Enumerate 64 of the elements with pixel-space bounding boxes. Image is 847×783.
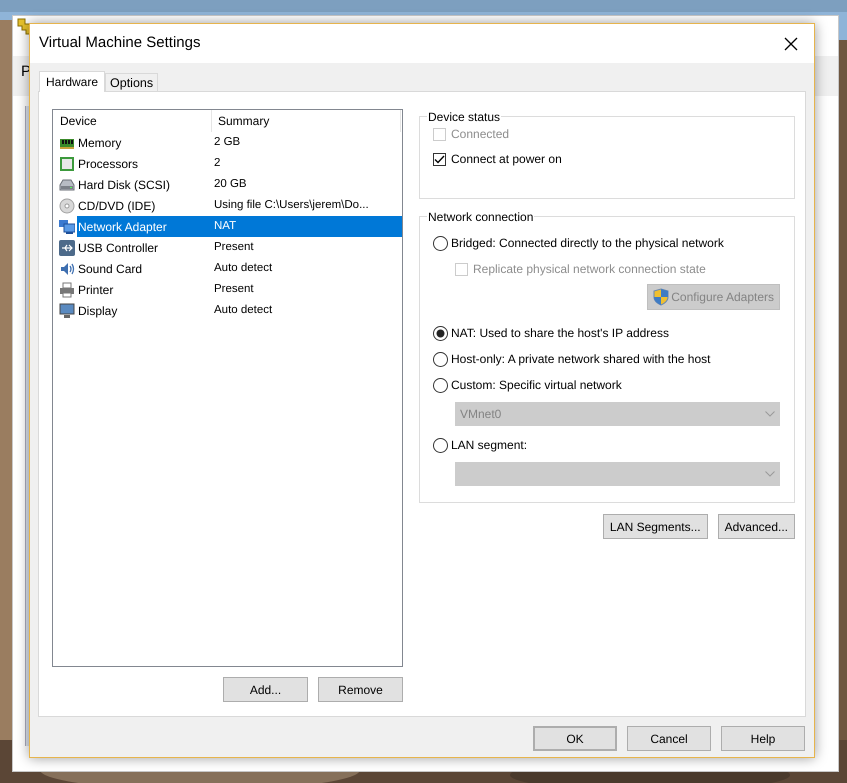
device-name: CD/DVD (IDE) bbox=[77, 198, 156, 214]
device-name: Network Adapter bbox=[77, 218, 168, 236]
device-summary: 20 GB bbox=[214, 176, 247, 192]
button[interactable]: Add... bbox=[223, 677, 308, 702]
button[interactable]: Help bbox=[721, 726, 805, 751]
window-title: Virtual Machine Settings bbox=[39, 33, 200, 54]
radio-label: LAN segment: bbox=[451, 437, 528, 454]
shield-icon bbox=[653, 288, 670, 306]
device-name: USB Controller bbox=[77, 240, 160, 256]
radio-label: Bridged: Connected directly to the physical network bbox=[451, 235, 724, 252]
radio-button[interactable] bbox=[433, 326, 448, 340]
device-row[interactable]: USB Controller Present bbox=[77, 237, 402, 258]
radio-label: NAT: Used to share the host's IP address bbox=[451, 325, 669, 342]
device-row[interactable]: CD/DVD (IDE) Using file C:\Users\jerem\Do... bbox=[77, 195, 402, 216]
cd-icon bbox=[59, 198, 75, 214]
chevron-down-icon bbox=[765, 411, 775, 417]
device-summary: Auto detect bbox=[214, 260, 272, 276]
device-name: Memory bbox=[77, 134, 122, 152]
button[interactable]: Remove bbox=[318, 677, 403, 702]
button[interactable]: Advanced... bbox=[718, 514, 795, 539]
device-name: Sound Card bbox=[77, 260, 144, 278]
device-name: Display bbox=[77, 302, 118, 320]
printer-icon bbox=[59, 282, 75, 298]
device-summary: Using file C:\Users\jerem\Do... bbox=[214, 198, 369, 213]
button[interactable]: LAN Segments... bbox=[602, 514, 708, 539]
device-summary: Auto detect bbox=[214, 302, 272, 318]
column-header[interactable]: Device bbox=[53, 110, 212, 132]
device-name: Printer bbox=[77, 282, 114, 298]
close-icon bbox=[784, 36, 798, 50]
checkbox-label: Connected bbox=[451, 126, 510, 143]
network-icon bbox=[59, 218, 75, 234]
checkbox[interactable] bbox=[433, 152, 446, 166]
display-icon bbox=[59, 302, 75, 318]
radio-label: Host-only: A private network shared with the host bbox=[451, 351, 710, 368]
radio-button[interactable] bbox=[433, 378, 448, 392]
device-name: Hard Disk (SCSI) bbox=[77, 176, 172, 194]
button[interactable]: OK bbox=[533, 726, 617, 751]
checkbox-label: Connect at power on bbox=[451, 151, 562, 168]
sound-icon bbox=[59, 260, 75, 276]
device-name: Processors bbox=[77, 156, 140, 172]
device-summary: NAT bbox=[214, 218, 236, 234]
device-row[interactable]: Processors 2 bbox=[77, 153, 402, 174]
device-row[interactable]: Sound Card Auto detect bbox=[77, 258, 402, 279]
device-summary: 2 bbox=[214, 156, 220, 171]
tab[interactable]: Options bbox=[105, 73, 158, 91]
tab[interactable]: Hardware bbox=[39, 71, 106, 92]
device-summary: 2 GB bbox=[214, 134, 240, 150]
chevron-down-icon bbox=[765, 471, 775, 477]
radio-button[interactable] bbox=[433, 352, 448, 366]
device-row[interactable]: Display Auto detect bbox=[77, 300, 402, 321]
column-header[interactable]: Summary bbox=[212, 110, 401, 132]
usb-icon bbox=[59, 240, 75, 256]
device-row[interactable]: Hard Disk (SCSI) 20 GB bbox=[77, 174, 402, 195]
radio-button[interactable] bbox=[433, 236, 448, 250]
device-row[interactable]: Network Adapter NAT bbox=[77, 216, 402, 237]
device-summary: Present bbox=[214, 282, 254, 297]
processor-icon bbox=[59, 156, 75, 172]
radio-button[interactable] bbox=[433, 438, 448, 452]
button[interactable]: Cancel bbox=[627, 726, 711, 751]
radio-label: Custom: Specific virtual network bbox=[451, 377, 622, 394]
device-row[interactable]: Memory 2 GB bbox=[77, 132, 402, 153]
device-row[interactable]: Printer Present bbox=[77, 279, 402, 300]
device-summary: Present bbox=[214, 240, 254, 255]
checkbox-label: Replicate physical network connection state bbox=[473, 261, 706, 278]
